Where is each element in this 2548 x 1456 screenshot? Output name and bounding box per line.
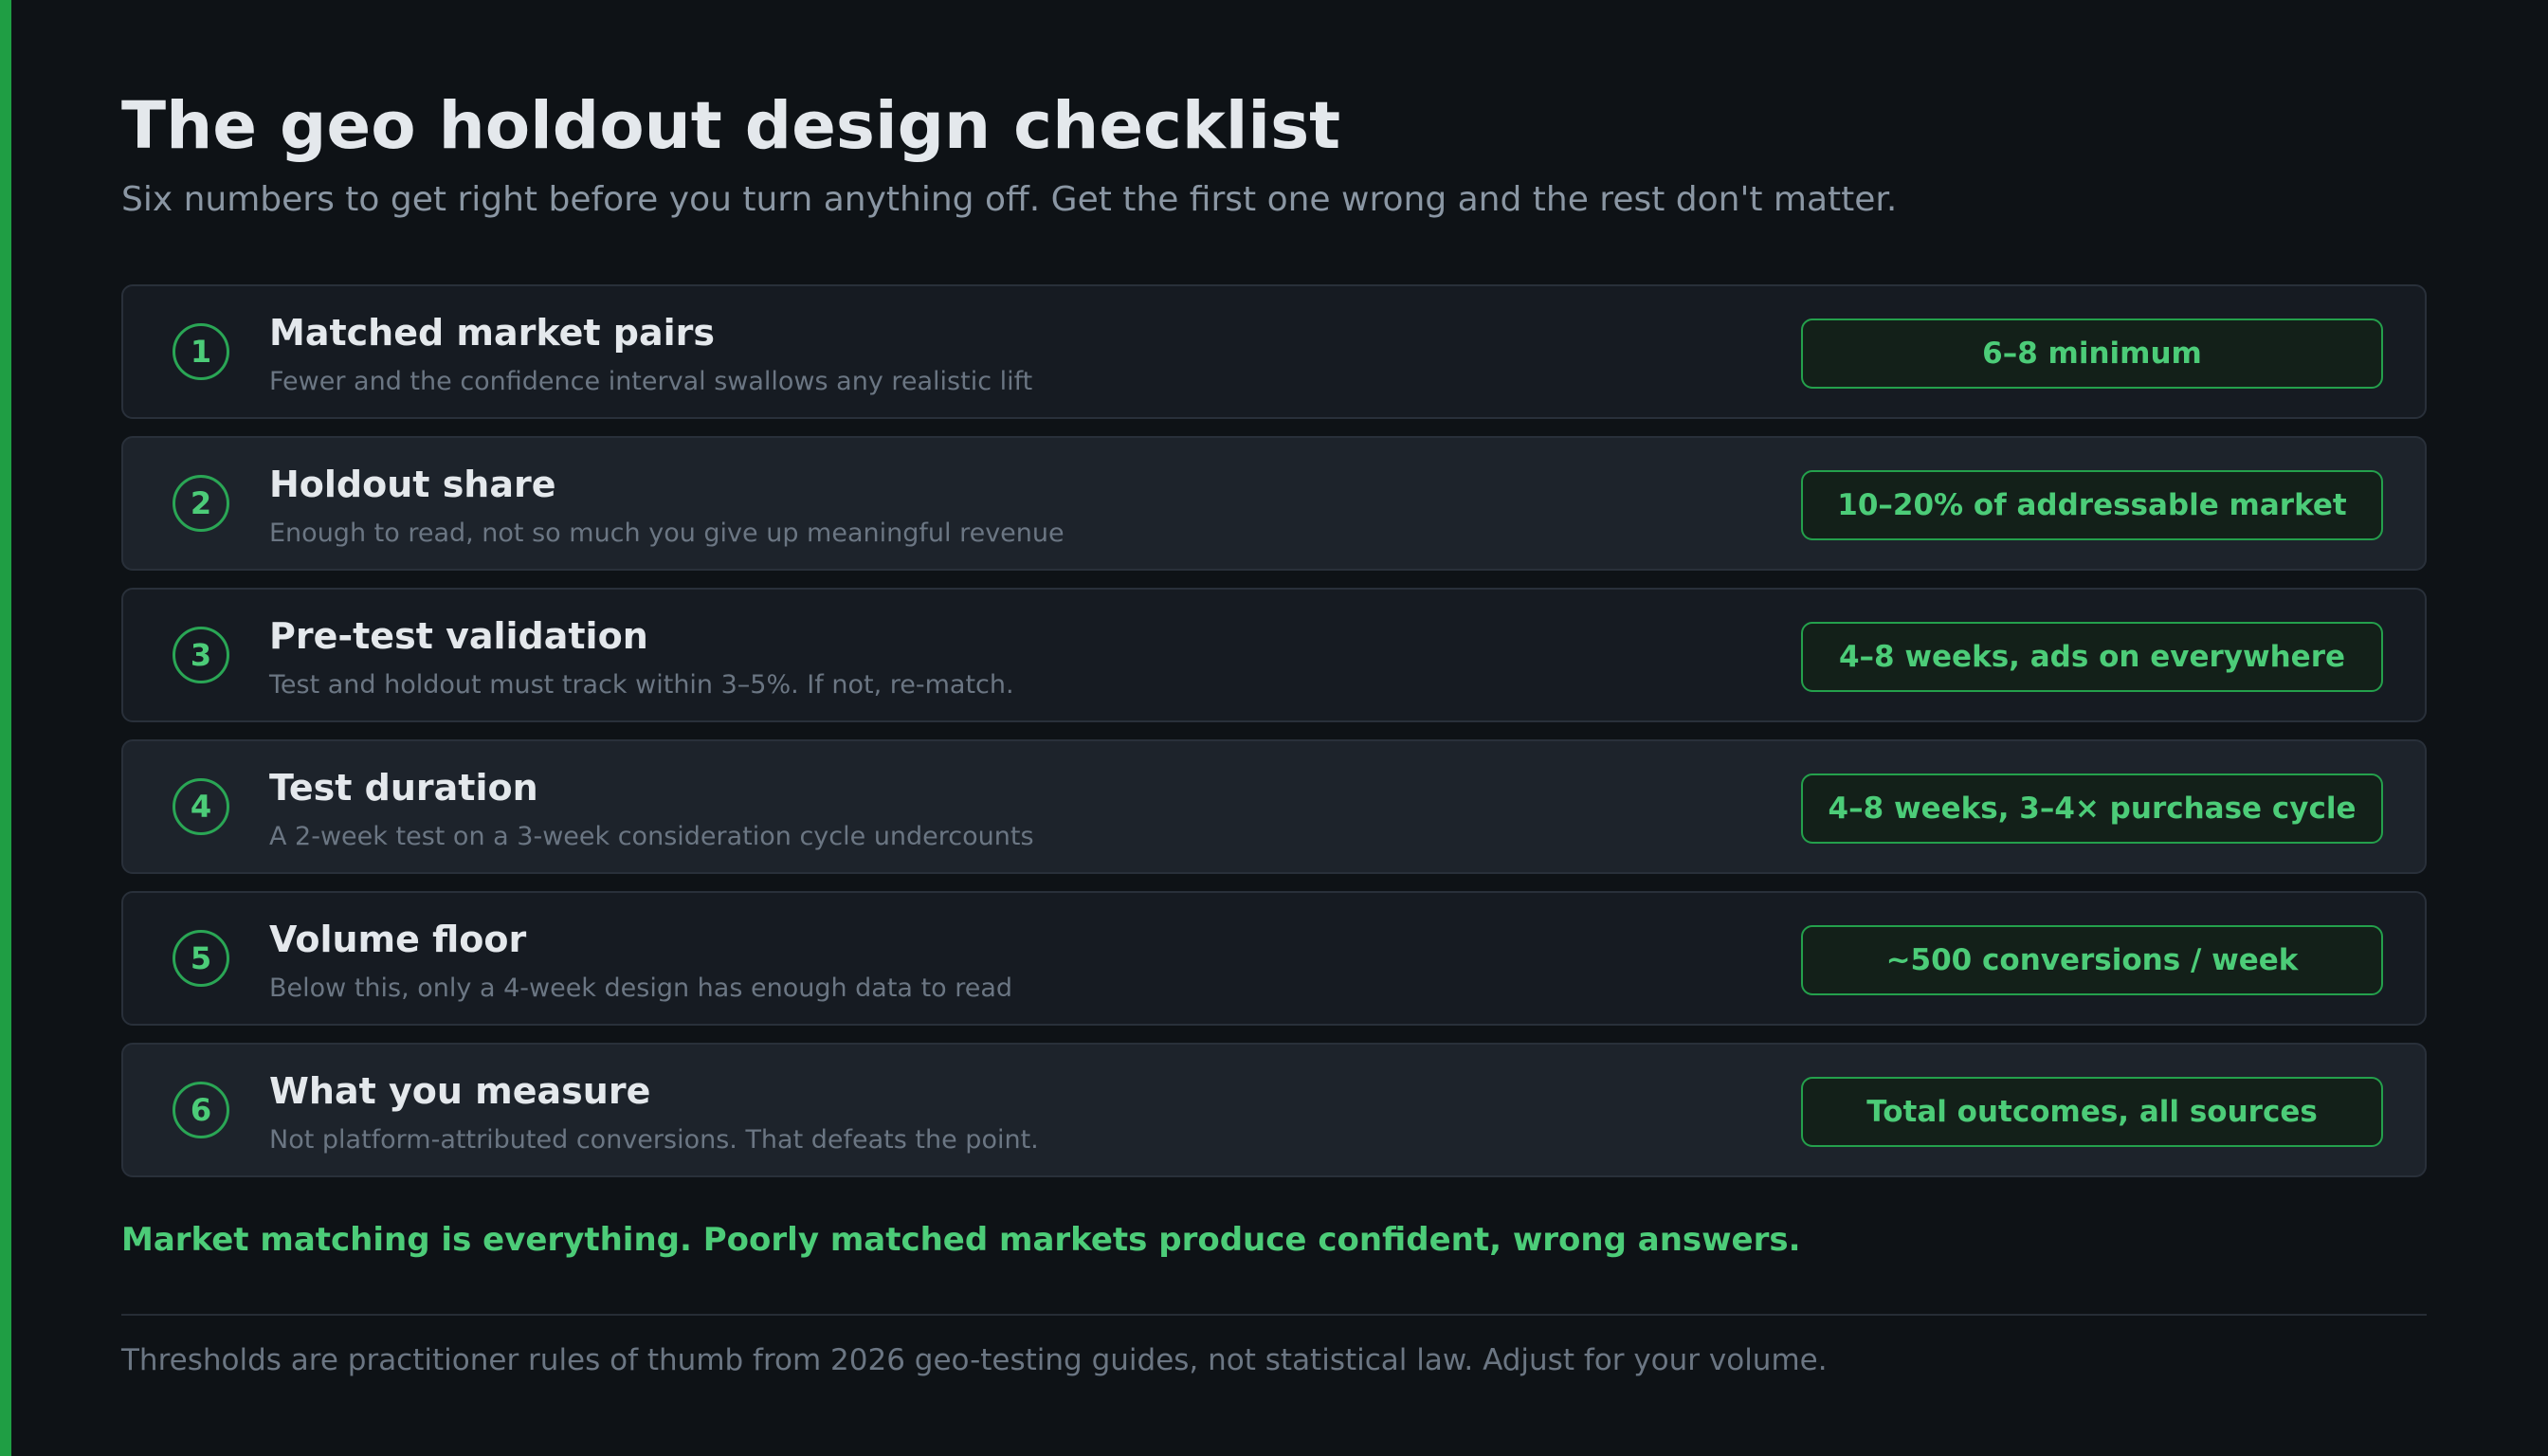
threshold-badge: 4–8 weeks, 3–4× purchase cycle (1801, 774, 2383, 844)
checklist-item: 1 Matched market pairs Fewer and the con… (121, 284, 2427, 419)
item-description: Not platform-attributed conversions. Tha… (269, 1125, 1039, 1155)
checklist-item: 6 What you measure Not platform-attribut… (121, 1043, 2427, 1177)
item-description: A 2-week test on a 3-week consideration … (269, 822, 1034, 851)
threshold-badge: 6–8 minimum (1801, 318, 2383, 389)
item-title: Holdout share (269, 464, 556, 505)
threshold-badge: 10–20% of addressable market (1801, 470, 2383, 540)
step-number-badge: 3 (173, 627, 229, 683)
step-number-badge: 4 (173, 778, 229, 835)
item-title: What you measure (269, 1070, 651, 1112)
footnote: Thresholds are practitioner rules of thu… (121, 1343, 1828, 1377)
threshold-badge: Total outcomes, all sources (1801, 1077, 2383, 1147)
divider (121, 1314, 2427, 1316)
checklist-item: 2 Holdout share Enough to read, not so m… (121, 436, 2427, 571)
accent-bar (0, 0, 11, 1456)
item-description: Enough to read, not so much you give up … (269, 519, 1065, 548)
item-title: Volume floor (269, 919, 527, 960)
checklist-item: 4 Test duration A 2-week test on a 3-wee… (121, 739, 2427, 874)
item-description: Test and holdout must track within 3–5%.… (269, 670, 1014, 700)
item-title: Pre-test validation (269, 615, 648, 657)
key-takeaway: Market matching is everything. Poorly ma… (121, 1221, 1801, 1259)
step-number-badge: 6 (173, 1082, 229, 1138)
checklist-item: 3 Pre-test validation Test and holdout m… (121, 588, 2427, 722)
step-number-badge: 5 (173, 930, 229, 987)
checklist: 1 Matched market pairs Fewer and the con… (121, 284, 2427, 1194)
step-number-badge: 2 (173, 475, 229, 532)
item-description: Fewer and the confidence interval swallo… (269, 367, 1033, 396)
item-description: Below this, only a 4-week design has eno… (269, 974, 1013, 1003)
page-title: The geo holdout design checklist (121, 88, 1341, 164)
item-title: Test duration (269, 767, 538, 809)
checklist-item: 5 Volume floor Below this, only a 4-week… (121, 891, 2427, 1026)
page-subtitle: Six numbers to get right before you turn… (121, 180, 1898, 219)
item-title: Matched market pairs (269, 312, 716, 354)
step-number-badge: 1 (173, 323, 229, 380)
threshold-badge: 4–8 weeks, ads on everywhere (1801, 622, 2383, 692)
threshold-badge: ~500 conversions / week (1801, 925, 2383, 995)
